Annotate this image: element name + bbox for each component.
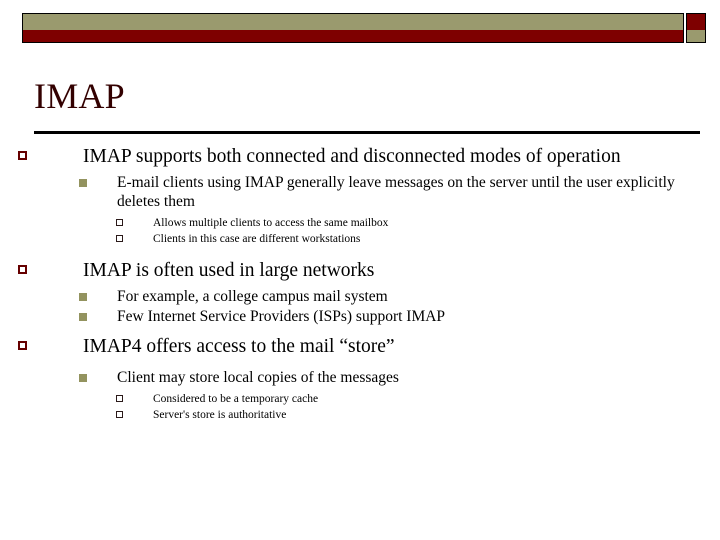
slide-canvas: { "slide": { "title": "IMAP", "theme": {… bbox=[0, 0, 720, 540]
bullet-text: IMAP is often used in large networks bbox=[83, 260, 375, 281]
bullet-level3: Clients in this case are different works… bbox=[116, 231, 720, 247]
dark-red-bar bbox=[23, 30, 683, 42]
title-divider bbox=[34, 131, 700, 134]
bullet-level1: IMAP supports both connected and disconn… bbox=[18, 145, 720, 169]
khaki-square bbox=[687, 30, 705, 42]
header-bar-group bbox=[22, 13, 684, 43]
bullet-text: Few Internet Service Providers (ISPs) su… bbox=[117, 308, 446, 325]
bullet-level3: Allows multiple clients to access the sa… bbox=[116, 215, 720, 231]
bullet-level1: IMAP4 offers access to the mail “store” bbox=[18, 335, 720, 359]
filled-square-bullet-icon bbox=[79, 179, 87, 187]
bullet-text: IMAP4 offers access to the mail “store” bbox=[83, 336, 395, 357]
slide-header-decoration bbox=[22, 13, 706, 43]
bullet-text: Considered to be a temporary cache bbox=[153, 393, 319, 405]
bullet-level3: Considered to be a temporary cache bbox=[116, 391, 720, 407]
bullet-text: Allows multiple clients to access the sa… bbox=[153, 217, 389, 229]
khaki-bar bbox=[23, 14, 683, 30]
dark-red-square bbox=[687, 14, 705, 30]
hollow-square-bullet-icon bbox=[116, 395, 123, 402]
bullet-level1: IMAP is often used in large networks bbox=[18, 259, 720, 283]
bullet-text: Client may store local copies of the mes… bbox=[117, 369, 399, 386]
slide-body: IMAP supports both connected and disconn… bbox=[0, 145, 720, 423]
bullet-level2: For example, a college campus mail syste… bbox=[79, 287, 720, 306]
hollow-square-bullet-icon bbox=[116, 411, 123, 418]
bullet-text: Clients in this case are different works… bbox=[153, 233, 361, 245]
page-title: IMAP bbox=[34, 76, 125, 116]
hollow-square-bullet-icon bbox=[18, 151, 27, 160]
filled-square-bullet-icon bbox=[79, 374, 87, 382]
filled-square-bullet-icon bbox=[79, 313, 87, 321]
bullet-level2: Few Internet Service Providers (ISPs) su… bbox=[79, 307, 720, 326]
bullet-level3: Server's store is authoritative bbox=[116, 407, 720, 423]
hollow-square-bullet-icon bbox=[116, 235, 123, 242]
bullet-text: Server's store is authoritative bbox=[153, 409, 287, 421]
bullet-text: For example, a college campus mail syste… bbox=[117, 288, 388, 305]
bullet-text: IMAP supports both connected and disconn… bbox=[83, 146, 621, 167]
bullet-text: E-mail clients using IMAP generally leav… bbox=[117, 174, 675, 210]
bullet-level2: E-mail clients using IMAP generally leav… bbox=[79, 173, 720, 211]
filled-square-bullet-icon bbox=[79, 293, 87, 301]
header-corner-accent bbox=[686, 13, 706, 43]
bullet-level2: Client may store local copies of the mes… bbox=[79, 368, 720, 387]
hollow-square-bullet-icon bbox=[18, 265, 27, 274]
hollow-square-bullet-icon bbox=[116, 219, 123, 226]
hollow-square-bullet-icon bbox=[18, 341, 27, 350]
